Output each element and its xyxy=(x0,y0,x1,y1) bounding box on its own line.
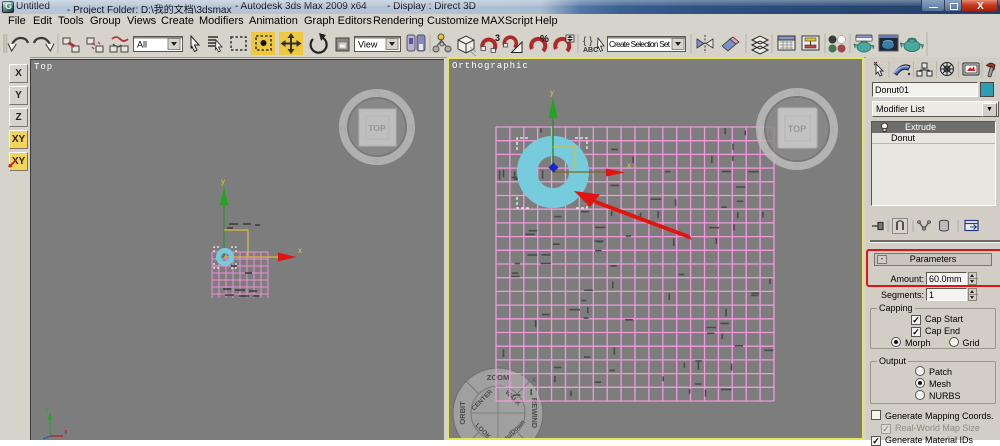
svg-text:x: x xyxy=(627,161,631,170)
svg-text:N: N xyxy=(794,87,801,97)
svg-text:N: N xyxy=(374,88,381,98)
svg-text:y: y xyxy=(221,177,225,186)
svg-text:x: x xyxy=(532,375,536,384)
svg-text:E: E xyxy=(408,123,414,133)
svg-text:S: S xyxy=(374,157,380,167)
svg-text:REWIND: REWIND xyxy=(530,398,539,429)
svg-text:View: View xyxy=(358,40,378,50)
svg-text:3: 3 xyxy=(495,33,500,43)
svg-text:ORBIT: ORBIT xyxy=(458,401,467,425)
svg-text:x: x xyxy=(298,246,302,255)
svg-text:TOP: TOP xyxy=(788,124,806,134)
svg-text:ABC: ABC xyxy=(583,47,598,54)
svg-text:S: S xyxy=(794,162,800,172)
svg-text:Create Selection Set: Create Selection Set xyxy=(609,40,671,49)
svg-text:y: y xyxy=(45,407,49,414)
svg-text:E: E xyxy=(831,125,837,135)
svg-text:TOP: TOP xyxy=(368,123,386,133)
svg-text:{ }: { } xyxy=(583,36,593,47)
svg-text:x: x xyxy=(64,429,68,436)
svg-text:W: W xyxy=(339,123,348,133)
svg-text:ZOOM: ZOOM xyxy=(487,373,510,382)
svg-text:All: All xyxy=(137,40,147,50)
svg-text:%: % xyxy=(540,34,549,45)
svg-text:y: y xyxy=(550,88,554,97)
